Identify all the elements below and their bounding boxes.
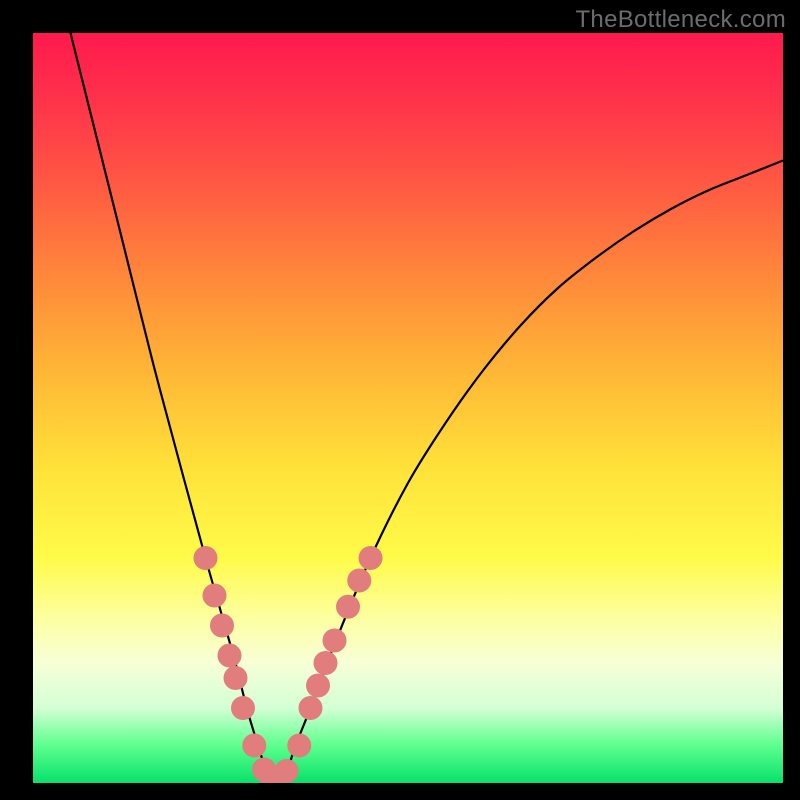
data-marker bbox=[323, 629, 347, 653]
data-marker bbox=[210, 614, 234, 638]
data-marker bbox=[218, 644, 242, 668]
data-marker bbox=[231, 696, 255, 720]
chart-svg bbox=[33, 33, 783, 783]
data-marker bbox=[299, 696, 323, 720]
data-marker bbox=[314, 651, 338, 675]
curve-markers bbox=[194, 546, 383, 783]
data-marker bbox=[347, 569, 371, 593]
watermark-text: TheBottleneck.com bbox=[575, 6, 786, 34]
chart-frame: TheBottleneck.com bbox=[0, 0, 800, 800]
data-marker bbox=[203, 584, 227, 608]
data-marker bbox=[306, 674, 330, 698]
bottleneck-curve bbox=[71, 33, 784, 781]
data-marker bbox=[359, 546, 383, 570]
data-marker bbox=[336, 595, 360, 619]
plot-area bbox=[33, 33, 783, 783]
data-marker bbox=[224, 666, 248, 690]
data-marker bbox=[275, 759, 299, 783]
data-marker bbox=[287, 734, 311, 758]
data-marker bbox=[194, 546, 218, 570]
data-marker bbox=[242, 734, 266, 758]
